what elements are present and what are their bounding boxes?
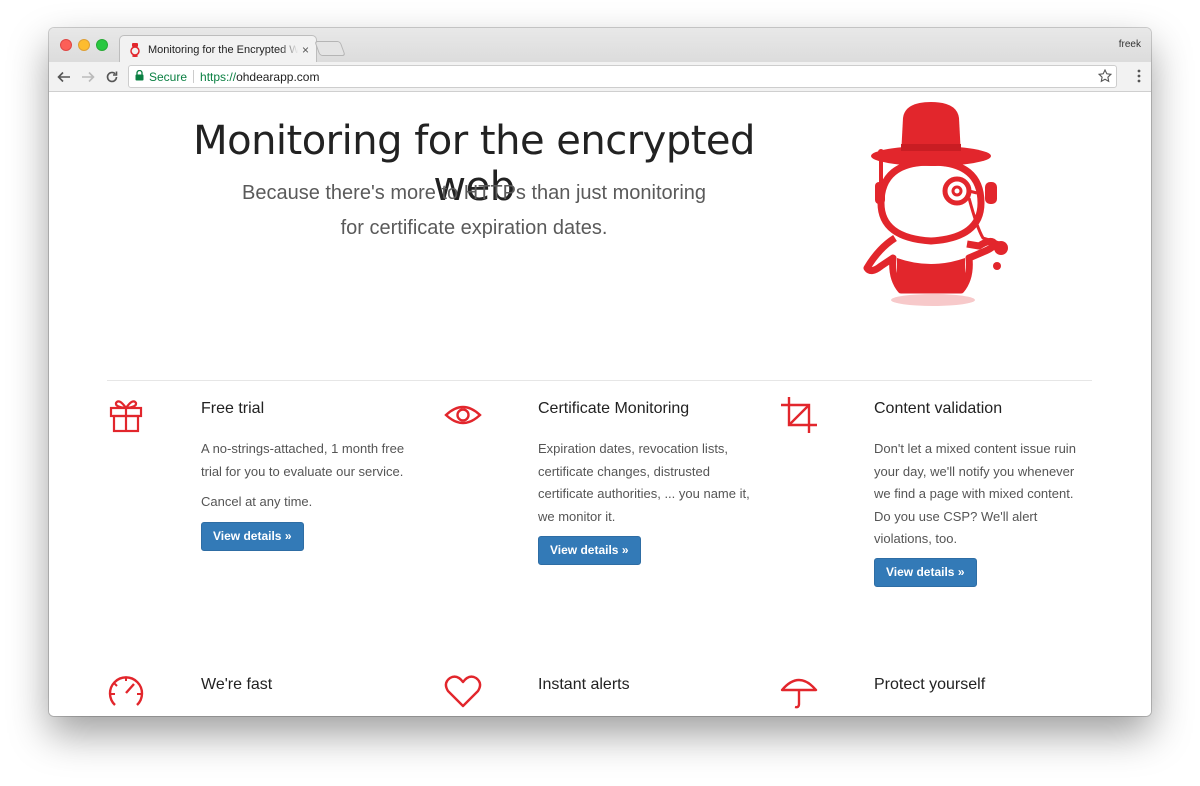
page-content: Monitoring for the encrypted web Because… (49, 92, 1151, 716)
bookmark-star-icon[interactable] (1097, 68, 1113, 86)
mascot-favicon-icon (128, 42, 142, 57)
view-details-button[interactable]: View details » (874, 558, 977, 587)
feature-description: Don't let a mixed content issue ruin you… (874, 441, 1076, 546)
view-details-button[interactable]: View details » (538, 536, 641, 565)
minimize-window-button[interactable] (78, 39, 90, 51)
secure-label: Secure (149, 69, 188, 84)
browser-menu-icon[interactable] (1137, 69, 1141, 88)
feature-description: Expiration dates, revocation lists, cert… (538, 441, 750, 524)
tab-close-icon[interactable]: × (302, 43, 309, 57)
feature-title: Certificate Monitoring (538, 400, 690, 417)
title-bar: Monitoring for the Encrypted Web × freek (49, 28, 1151, 63)
browser-toolbar: Secure https:// ohdearapp.com (49, 62, 1151, 92)
speedometer-icon (107, 672, 145, 710)
eye-icon (444, 396, 482, 434)
gift-icon (107, 396, 145, 434)
feature-title: Free trial (201, 400, 265, 417)
url-host: ohdearapp.com (236, 69, 320, 84)
tab-title: Monitoring for the Encrypted Web (148, 43, 298, 56)
lock-icon (135, 69, 144, 84)
feature-note: Cancel at any time. (201, 494, 313, 509)
feature-title: We're fast (201, 676, 273, 693)
url-scheme: https:// (200, 69, 237, 84)
crop-icon (780, 396, 818, 434)
section-divider (107, 380, 1092, 381)
hero-subtitle: Because there's more to HTTPs than just … (219, 176, 729, 246)
heart-icon (444, 672, 482, 710)
new-tab-button[interactable] (314, 41, 346, 56)
feature-title: Protect yourself (874, 676, 986, 693)
view-details-button[interactable]: View details » (201, 522, 304, 551)
hero-subtitle-line1: Because there's more to HTTPs than just … (241, 182, 707, 204)
umbrella-icon (780, 672, 818, 710)
feature-description: A no-strings-attached, 1 month free tria… (201, 441, 405, 479)
address-bar[interactable]: Secure https:// ohdearapp.com (128, 65, 1117, 88)
back-arrow-icon[interactable] (55, 68, 73, 86)
close-window-button[interactable] (60, 39, 72, 51)
browser-window: Monitoring for the Encrypted Web × freek… (49, 28, 1151, 716)
profile-name[interactable]: freek (1119, 39, 1141, 50)
forward-arrow-icon[interactable] (79, 68, 97, 86)
omnibox-separator (193, 70, 195, 83)
mascot-logo (861, 98, 1021, 313)
maximize-window-button[interactable] (96, 39, 108, 51)
browser-tab-active[interactable]: Monitoring for the Encrypted Web × (119, 35, 317, 63)
feature-title: Instant alerts (538, 676, 630, 693)
reload-icon[interactable] (103, 68, 121, 86)
hero-subtitle-line2: for certificate expiration dates. (340, 217, 608, 239)
feature-title: Content validation (874, 400, 1003, 417)
